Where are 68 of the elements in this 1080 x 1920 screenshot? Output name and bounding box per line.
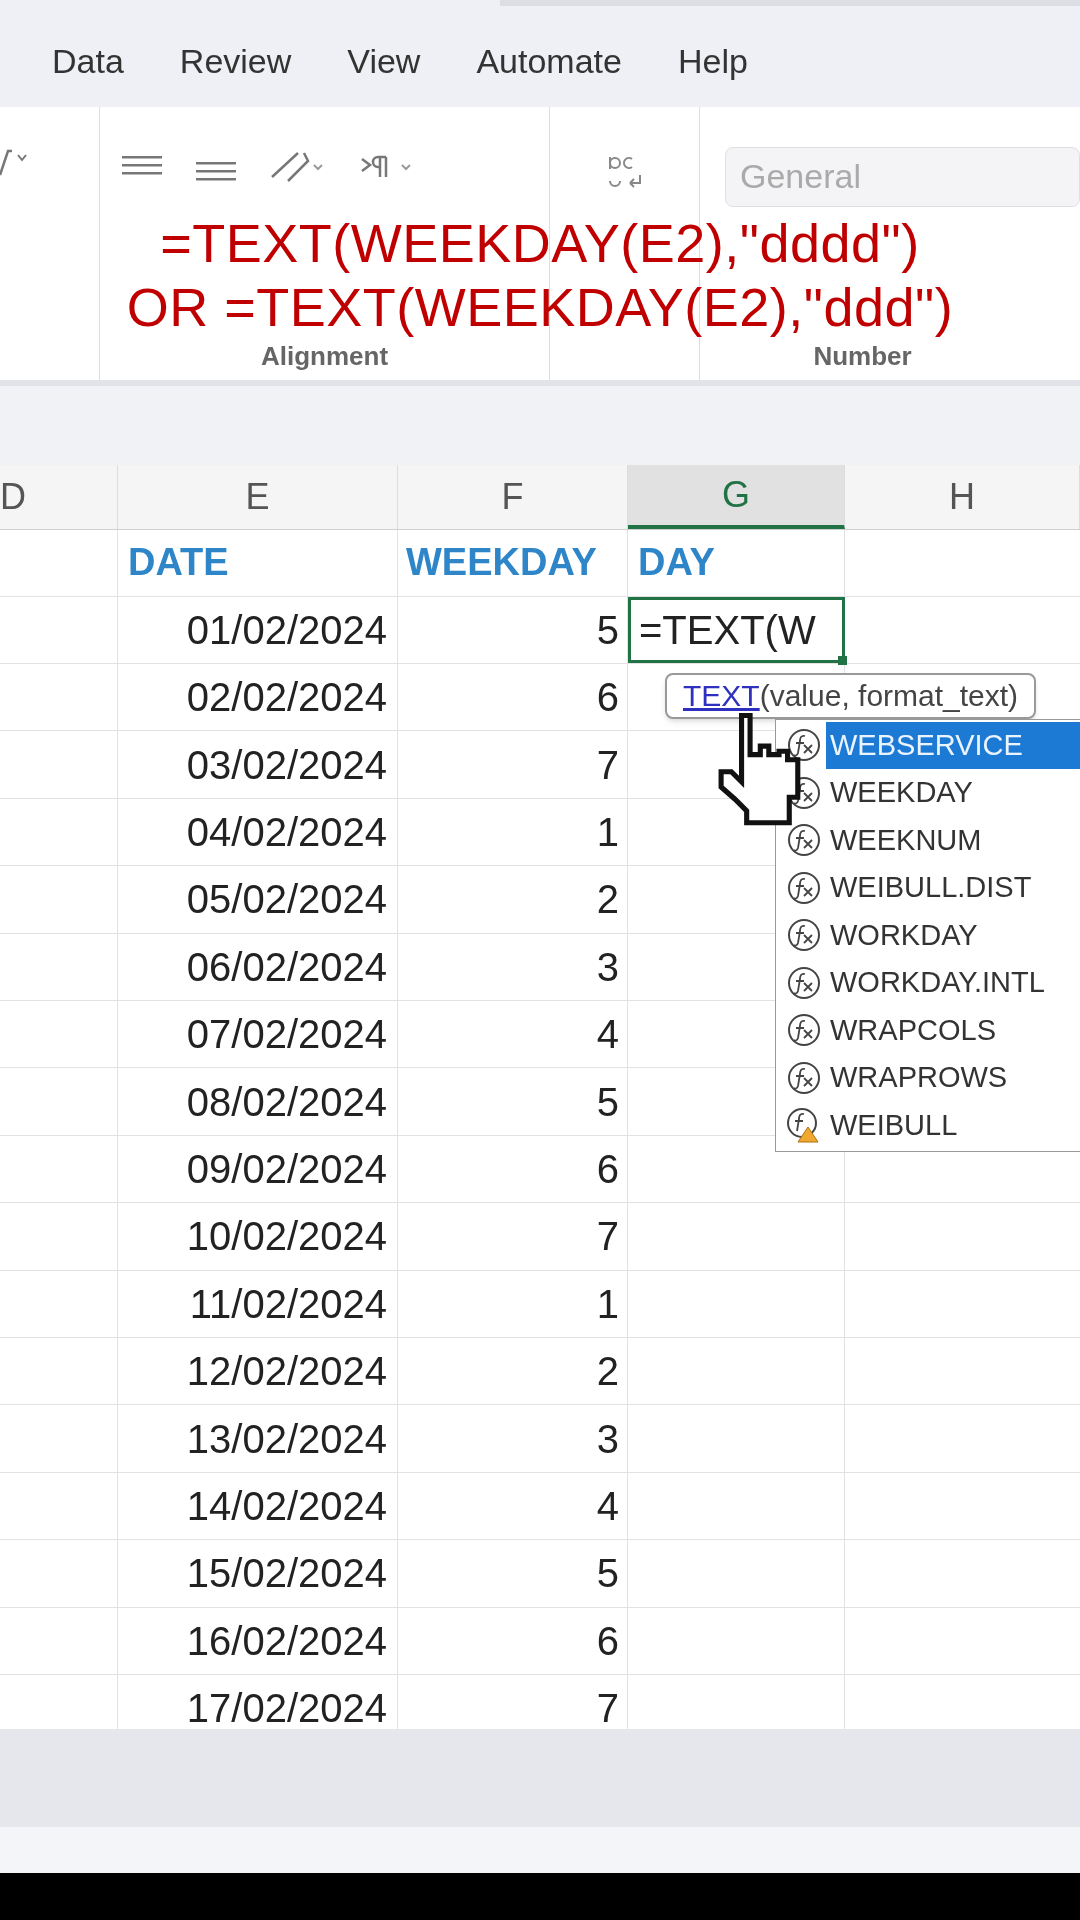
menu-tab[interactable]: Automate xyxy=(476,35,622,87)
group-label: Alignment xyxy=(260,339,389,373)
autocomplete-item[interactable]: WEIBULL.DIST xyxy=(776,864,1080,912)
function-icon xyxy=(786,917,822,954)
formula-caption: =TEXT(WEEKDAY(E2),"dddd") xyxy=(160,211,920,275)
column-header[interactable]: E xyxy=(118,464,398,529)
table-cell-text: 6 xyxy=(596,1617,619,1665)
autocomplete-item[interactable]: WORKDAY xyxy=(776,911,1080,960)
table-cell-text: WEEKDAY xyxy=(406,540,597,586)
menu-tab[interactable]: Review xyxy=(179,35,292,87)
table-cell-text: 17/02/2024 xyxy=(186,1685,387,1730)
table-cell-text: DATE xyxy=(128,540,229,586)
table-cell-text: 16/02/2024 xyxy=(186,1617,387,1665)
table-cell-text: 13/02/2024 xyxy=(186,1415,387,1463)
column-header[interactable]: G xyxy=(628,464,845,529)
table-cell-text: 5 xyxy=(596,1078,619,1126)
autocomplete-item[interactable]: WRAPCOLS xyxy=(776,1006,1080,1055)
table-cell-text: 03/02/2024 xyxy=(186,741,387,789)
table-cell-text: 2 xyxy=(596,876,619,924)
table-cell-text: 06/02/2024 xyxy=(186,943,387,991)
table-cell-text: 05/02/2024 xyxy=(186,876,387,924)
group-label: Number xyxy=(813,339,912,373)
table-cell-text: 14/02/2024 xyxy=(186,1482,387,1530)
function-icon xyxy=(786,822,822,859)
table-cell-text: 4 xyxy=(596,1011,619,1059)
table-cell-text: 4 xyxy=(596,1482,619,1530)
table-cell-text: 12/02/2024 xyxy=(186,1348,387,1396)
autocomplete-item[interactable]: WORKDAY.INTL xyxy=(776,959,1080,1007)
active-cell[interactable]: =TEXT(W xyxy=(628,596,845,664)
function-icon xyxy=(786,1059,822,1096)
function-icon xyxy=(786,1012,822,1049)
autocomplete-item[interactable]: WEIBULL xyxy=(776,1101,1080,1150)
function-icon xyxy=(786,869,822,906)
table-cell-text: 7 xyxy=(596,1685,619,1730)
table-cell-text: 1 xyxy=(596,809,619,857)
table-cell-text: 07/02/2024 xyxy=(186,1011,387,1059)
table-cell-text: 6 xyxy=(596,674,619,722)
table-cell-text: DAY xyxy=(638,540,715,586)
table-cell-text: 10/02/2024 xyxy=(186,1213,387,1261)
function-icon xyxy=(786,727,822,764)
column-header[interactable]: D xyxy=(0,464,118,529)
table-cell-text: 3 xyxy=(596,1415,619,1463)
menu-tab[interactable]: Help xyxy=(677,35,748,87)
table-cell-text: 01/02/2024 xyxy=(186,606,387,654)
table-cell-text: 1 xyxy=(596,1280,619,1328)
table-cell-text: 7 xyxy=(596,1213,619,1261)
table-cell-text: 2 xyxy=(596,1348,619,1396)
table-cell-text: 15/02/2024 xyxy=(186,1550,387,1598)
autocomplete-item[interactable]: WEEKNUM xyxy=(776,816,1080,865)
table-cell-text: 08/02/2024 xyxy=(186,1078,387,1126)
column-header[interactable]: H xyxy=(845,464,1080,529)
function-link[interactable]: TEXT xyxy=(683,673,760,719)
menu-tab[interactable]: View xyxy=(347,35,421,87)
table-cell-text: 04/02/2024 xyxy=(186,809,387,857)
table-cell-text: 6 xyxy=(596,1146,619,1193)
menu-tab[interactable]: Data xyxy=(52,35,124,87)
table-cell-text: 5 xyxy=(596,1550,619,1598)
table-cell-text: 11/02/2024 xyxy=(189,1280,387,1328)
function-icon xyxy=(786,964,822,1001)
autocomplete-item[interactable]: WRAPROWS xyxy=(776,1054,1080,1102)
table-cell-text: 09/02/2024 xyxy=(186,1146,387,1193)
table-cell-text: 5 xyxy=(596,606,619,654)
warning-function-icon xyxy=(786,1107,822,1144)
formula-caption: OR =TEXT(WEEKDAY(E2),"ddd") xyxy=(126,275,954,339)
table-cell-text: 3 xyxy=(596,943,619,991)
table-cell-text: 7 xyxy=(596,741,619,789)
table-cell-text: 02/02/2024 xyxy=(186,674,387,722)
function-arguments: (value, format_text) xyxy=(759,678,1019,715)
